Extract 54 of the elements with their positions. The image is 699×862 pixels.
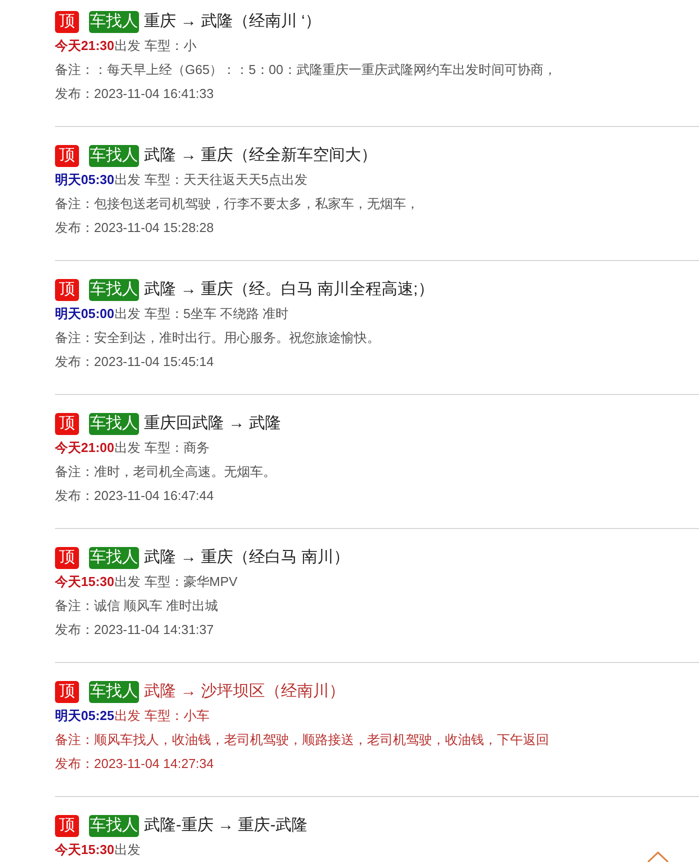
route-title-link[interactable]: 武隆 → 重庆（经。白马 南川全程高速;） (144, 279, 434, 301)
departure-time: 明天05:25 (55, 707, 114, 725)
departure-label: 出发 (114, 707, 140, 725)
category-badge: 车找人 (89, 681, 139, 703)
top-badge: 顶 (55, 11, 79, 33)
publish-time: 发布：2023-11-04 15:45:14 (55, 353, 214, 371)
top-badge: 顶 (55, 413, 79, 435)
departure-time: 明天05:30 (55, 171, 114, 189)
departure-label: 出发 (114, 305, 140, 323)
remark-text: 备注：顺风车找人，收油钱，老司机驾驶，顺路接送，老司机驾驶，收油钱，下午返回 (55, 731, 549, 749)
publish-time: 发布：2023-11-04 16:47:44 (55, 487, 214, 505)
departure-time: 今天21:30 (55, 37, 114, 55)
car-type: 车型：商务 (144, 439, 210, 457)
departure-label: 出发 (114, 439, 140, 457)
departure-label: 出发 (114, 37, 140, 55)
top-badge: 顶 (55, 681, 79, 703)
publish-time: 发布：2023-11-04 15:28:28 (55, 219, 214, 237)
category-badge: 车找人 (89, 413, 139, 435)
chevron-up-icon[interactable] (647, 851, 669, 862)
remark-text: 备注：包接包送老司机驾驶，行李不要太多，私家车，无烟车， (55, 195, 419, 213)
category-badge: 车找人 (89, 279, 139, 301)
route-title-link[interactable]: 武隆-重庆 → 重庆-武隆 (144, 815, 308, 837)
departure-time: 今天15:30 (55, 841, 114, 859)
category-badge: 车找人 (89, 547, 139, 569)
remark-text: 备注：诚信 顺风车 准时出城 (55, 597, 218, 615)
top-badge: 顶 (55, 145, 79, 167)
route-title-link[interactable]: 武隆 → 重庆（经白马 南川） (144, 547, 350, 569)
remark-text: 备注：：每天早上经（G65）：：5：00：武隆重庆一重庆武隆网约车出发时间可协商， (55, 61, 556, 79)
route-title-link[interactable]: 武隆 → 重庆（经全新车空间大） (144, 145, 377, 167)
departure-label: 出发 (114, 573, 140, 591)
car-type: 车型：豪华MPV (144, 573, 238, 591)
top-badge: 顶 (55, 279, 79, 301)
route-title-link[interactable]: 重庆 → 武隆（经南川 ‘） (144, 11, 321, 33)
car-type: 车型：小 (144, 37, 196, 55)
remark-text: 备注：准时，老司机全高速。无烟车。 (55, 463, 276, 481)
departure-time: 明天05:00 (55, 305, 114, 323)
top-badge: 顶 (55, 547, 79, 569)
departure-time: 今天15:30 (55, 573, 114, 591)
publish-time: 发布：2023-11-04 14:27:34 (55, 755, 214, 773)
car-type: 车型：天天往返天天5点出发 (144, 171, 308, 189)
remark-text: 备注：安全到达，准时出行。用心服务。祝您旅途愉快。 (55, 329, 380, 347)
route-title-link[interactable]: 重庆回武隆 → 武隆 (144, 413, 281, 435)
top-badge: 顶 (55, 815, 79, 837)
publish-time: 发布：2023-11-04 14:31:37 (55, 621, 214, 639)
category-badge: 车找人 (89, 11, 139, 33)
departure-label: 出发 (114, 841, 140, 859)
departure-label: 出发 (114, 171, 140, 189)
departure-time: 今天21:00 (55, 439, 114, 457)
car-type: 车型：小车 (144, 707, 210, 725)
route-title-link[interactable]: 武隆 → 沙坪坝区（经南川） (144, 681, 345, 703)
category-badge: 车找人 (89, 145, 139, 167)
car-type: 车型：5坐车 不绕路 准时 (144, 305, 289, 323)
publish-time: 发布：2023-11-04 16:41:33 (55, 85, 214, 103)
category-badge: 车找人 (89, 815, 139, 837)
